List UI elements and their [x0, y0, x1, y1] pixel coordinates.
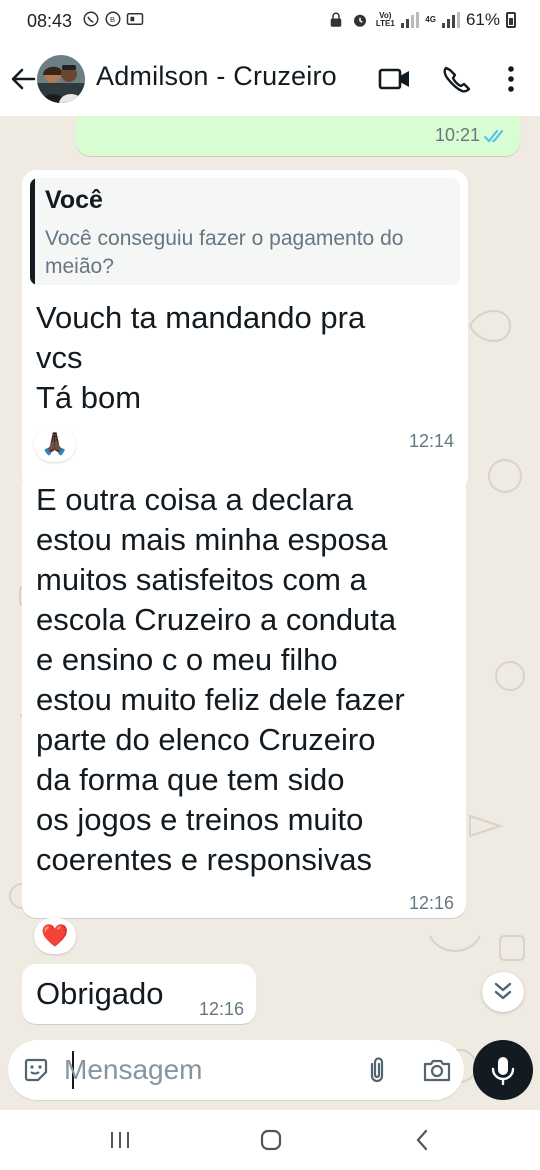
battery-percent: 61%	[465, 10, 500, 29]
contact-name[interactable]: Admilson - Cruzeiro	[96, 61, 337, 92]
home-icon[interactable]	[258, 1128, 284, 1152]
mic-icon	[491, 1057, 515, 1086]
nav-back-icon[interactable]	[410, 1128, 434, 1152]
message-input[interactable]	[64, 1050, 344, 1090]
double-chevron-down-icon	[494, 982, 512, 1000]
message-time: 12:14	[408, 431, 454, 451]
phone-icon[interactable]	[440, 64, 474, 94]
message-time: 10:21	[434, 125, 480, 145]
svg-text:B: B	[110, 15, 115, 24]
message-bubble-incoming[interactable]: Obrigado 12:16	[22, 964, 256, 1024]
mic-button[interactable]	[473, 1040, 533, 1100]
chat-header: Admilson - Cruzeiro	[0, 42, 540, 116]
arrow-back-icon[interactable]	[8, 62, 38, 96]
signal-strength-icon-2	[441, 12, 460, 28]
message-bubble-incoming[interactable]: E outra coisa a declara estou mais minha…	[22, 472, 466, 918]
message-time: 12:16	[408, 893, 454, 913]
alarm-icon	[354, 14, 367, 27]
more-vert-icon[interactable]	[494, 64, 528, 94]
recent-apps-icon[interactable]	[108, 1128, 132, 1152]
battery-icon	[506, 12, 516, 28]
quote-bar	[30, 178, 35, 285]
message-bubble-incoming[interactable]: Você Você conseguiu fazer o pagamento do…	[22, 170, 468, 492]
avatar-image	[37, 55, 85, 103]
network-type: 4G	[425, 15, 436, 24]
system-nav-bar	[0, 1110, 540, 1170]
quote-author: Você	[45, 186, 103, 214]
signal-strength-icon	[401, 12, 420, 28]
network-label: Vo) LTE1	[375, 11, 395, 28]
pray-emoji-icon: 🙏🏿	[41, 431, 69, 456]
message-time: 12:16	[198, 999, 244, 1019]
avatar[interactable]	[37, 55, 85, 103]
video-call-icon[interactable]	[378, 64, 412, 94]
read-receipt-icon	[484, 130, 503, 143]
status-time: 08:43	[27, 11, 73, 31]
reaction-badge[interactable]: ❤️	[34, 918, 76, 954]
message-composer	[8, 1040, 464, 1100]
chat-area[interactable]: 10:21 Você Você conseguiu fazer o pagame…	[0, 116, 540, 1110]
scroll-down-button[interactable]	[482, 972, 524, 1012]
quote-text: Você conseguiu fazer o pagamento do meiã…	[45, 227, 404, 278]
whatsapp-business-notification-icon: B	[105, 11, 121, 27]
sticker-icon[interactable]	[22, 1056, 50, 1084]
heart-emoji-icon: ❤️	[41, 923, 69, 948]
lock-icon	[331, 12, 342, 27]
message-text: E outra coisa a declara estou mais minha…	[36, 482, 405, 877]
message-text: Vouch ta mandando pra vcs Tá bom	[36, 300, 366, 415]
quoted-message[interactable]: Você Você conseguiu fazer o pagamento do…	[30, 178, 460, 285]
whatsapp-notification-icon	[83, 11, 99, 27]
app-notification-icon	[126, 13, 144, 25]
message-bubble-outgoing[interactable]: 10:21	[76, 116, 520, 156]
status-bar: 08:43 B Vo) LTE1 4G 61%	[0, 0, 540, 42]
reaction-badge[interactable]: 🙏🏿	[34, 426, 76, 462]
camera-icon[interactable]	[422, 1056, 452, 1084]
attach-icon[interactable]	[364, 1056, 390, 1084]
message-text: Obrigado	[36, 976, 164, 1011]
